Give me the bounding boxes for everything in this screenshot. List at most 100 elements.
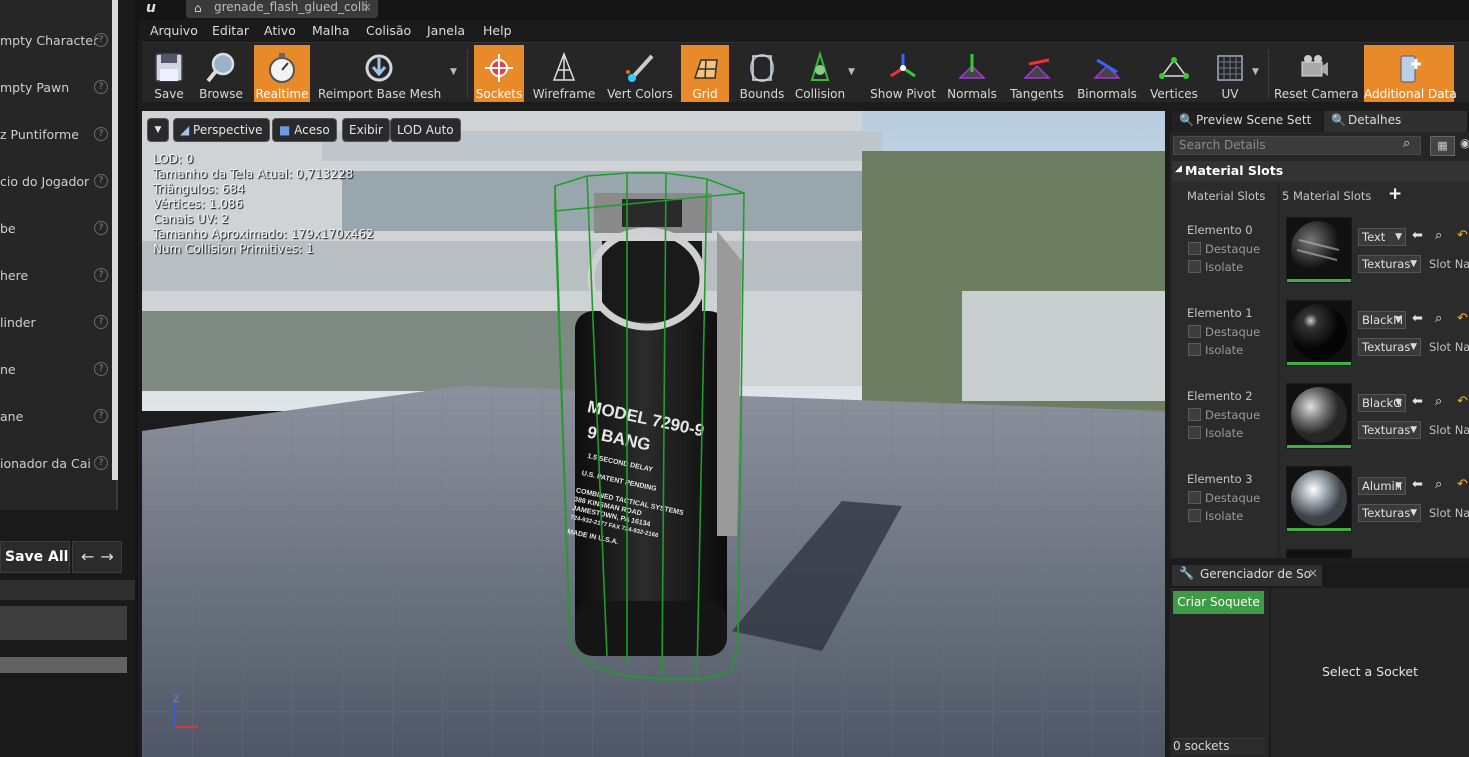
grid-button[interactable]: Grid [681,45,729,102]
close-icon[interactable]: × [362,0,372,14]
help-icon[interactable]: ? [94,221,108,235]
vertices-button[interactable]: Vertices [1146,45,1202,102]
menu-editar[interactable]: Editar [212,23,249,38]
reset-icon[interactable]: ↶ [1457,311,1468,326]
highlight-checkbox[interactable] [1188,242,1201,255]
material-slots-section-header[interactable]: ◢ Material Slots [1172,161,1469,182]
viewport-options-button[interactable]: ▼ [147,118,169,142]
tab-socket-manager[interactable]: 🔧 Gerenciador de So × [1172,565,1322,586]
show-menu-button[interactable]: Exibir [342,118,390,142]
list-item[interactable]: z Puntiforme? [0,125,112,145]
help-icon[interactable]: ? [94,409,108,423]
textures-combo[interactable]: Texturas ▼ [1358,255,1421,273]
help-icon[interactable]: ? [94,80,108,94]
use-selected-icon[interactable]: ⬅ [1412,228,1423,243]
textures-combo[interactable]: Texturas ▼ [1358,504,1421,522]
binormals-button[interactable]: Binormals [1076,45,1138,102]
use-selected-icon[interactable]: ⬅ [1412,311,1423,326]
perspective-button[interactable]: ◢ Perspective [173,118,270,142]
list-item[interactable]: ne? [0,360,112,380]
reimport-base-mesh-button[interactable]: Reimport Base Mesh [318,45,441,102]
help-icon[interactable]: ? [94,456,108,470]
create-socket-button[interactable]: Criar Soquete [1173,591,1264,614]
tab-preview-scene-settings[interactable]: 🔍 Preview Scene Sett [1172,111,1322,132]
menu-ativo[interactable]: Ativo [264,23,296,38]
property-matrix-button[interactable]: ▦ [1430,136,1455,156]
highlight-checkbox[interactable] [1188,491,1201,504]
collision-button[interactable]: Collision [792,45,848,102]
normals-button[interactable]: Normals [942,45,1002,102]
material-combo[interactable]: Alumin ▼ [1358,477,1406,495]
reset-icon[interactable]: ↶ [1457,394,1468,409]
reset-icon[interactable]: ↶ [1457,477,1468,492]
material-combo[interactable]: BlackM ▼ [1358,311,1406,329]
browse-button[interactable]: Browse [196,45,246,102]
material-combo[interactable]: Text ▼ [1358,228,1406,246]
folder-row-selected[interactable] [0,657,127,673]
show-pivot-button[interactable]: Show Pivot [868,45,938,102]
list-item[interactable]: be? [0,219,112,239]
browse-icon[interactable]: ⌕ [1435,311,1442,326]
menu-help[interactable]: Help [483,23,512,38]
history-nav-buttons[interactable]: ←→ [72,541,122,573]
list-item[interactable]: mpty Character? [0,31,112,51]
list-item[interactable]: mpty Pawn? [0,78,112,98]
help-icon[interactable]: ? [94,268,108,282]
save-all-button[interactable]: Save All [0,541,70,573]
use-selected-icon[interactable]: ⬅ [1412,477,1423,492]
reimport-dropdown-icon[interactable]: ▼ [450,67,457,77]
close-icon[interactable]: × [1308,566,1318,580]
tangents-button[interactable]: Tangents [1006,45,1068,102]
material-combo[interactable]: BlackG ▼ [1358,394,1406,412]
material-thumbnail[interactable] [1286,466,1352,532]
material-thumbnail[interactable] [1286,217,1352,283]
material-thumbnail[interactable] [1286,300,1352,366]
reset-camera-button[interactable]: Reset Camera [1274,45,1358,102]
material-thumbnail[interactable] [1286,549,1352,558]
list-item[interactable]: cio do Jogador? [0,172,112,192]
use-selected-icon[interactable]: ⬅ [1412,394,1423,409]
highlight-checkbox[interactable] [1188,408,1201,421]
add-slot-button[interactable]: + [1388,184,1402,204]
eye-icon[interactable]: ◉ [1460,136,1469,150]
help-icon[interactable]: ? [94,315,108,329]
mesh-viewport[interactable]: MODEL 7290-9 9 BANG 1.5 SECOND DELAY U.S… [142,111,1165,757]
menu-malha[interactable]: Malha [312,23,350,38]
isolate-checkbox[interactable] [1188,509,1201,522]
list-item[interactable]: here? [0,266,112,286]
vert-colors-button[interactable]: Vert Colors [602,45,678,102]
column-divider[interactable] [1278,183,1279,558]
isolate-checkbox[interactable] [1188,343,1201,356]
menu-colisao[interactable]: Colisão [366,23,411,38]
bounds-button[interactable]: Bounds [737,45,787,102]
list-item[interactable]: ionador da Cai? [0,454,112,474]
folder-row[interactable] [0,606,127,640]
material-thumbnail[interactable] [1286,383,1352,449]
reset-icon[interactable]: ↶ [1457,228,1468,243]
isolate-checkbox[interactable] [1188,426,1201,439]
browse-icon[interactable]: ⌕ [1435,394,1442,409]
wireframe-button[interactable]: Wireframe [530,45,598,102]
help-icon[interactable]: ? [94,174,108,188]
details-search-input[interactable]: Search Details [1173,136,1421,155]
browse-icon[interactable]: ⌕ [1435,228,1442,243]
sockets-button[interactable]: Sockets [474,45,524,102]
content-search-bar[interactable] [0,580,135,600]
lod-button[interactable]: LOD Auto [390,118,461,142]
menu-arquivo[interactable]: Arquivo [150,23,198,38]
collision-dropdown-icon[interactable]: ▼ [848,67,855,77]
additional-data-button[interactable]: Additional Data [1364,45,1457,102]
list-item[interactable]: ane? [0,407,112,427]
list-item[interactable]: linder? [0,313,112,333]
textures-combo[interactable]: Texturas ▼ [1358,338,1421,356]
help-icon[interactable]: ? [94,362,108,376]
realtime-button[interactable]: Realtime [254,45,310,102]
browse-icon[interactable]: ⌕ [1435,477,1442,492]
isolate-checkbox[interactable] [1188,260,1201,273]
scrollbar[interactable] [112,0,118,480]
uv-button[interactable]: UV [1206,45,1254,102]
tab-details[interactable]: 🔍 Detalhes [1324,111,1467,132]
lit-mode-button[interactable]: ■ Aceso [272,118,337,142]
highlight-checkbox[interactable] [1188,325,1201,338]
menu-janela[interactable]: Janela [427,23,465,38]
